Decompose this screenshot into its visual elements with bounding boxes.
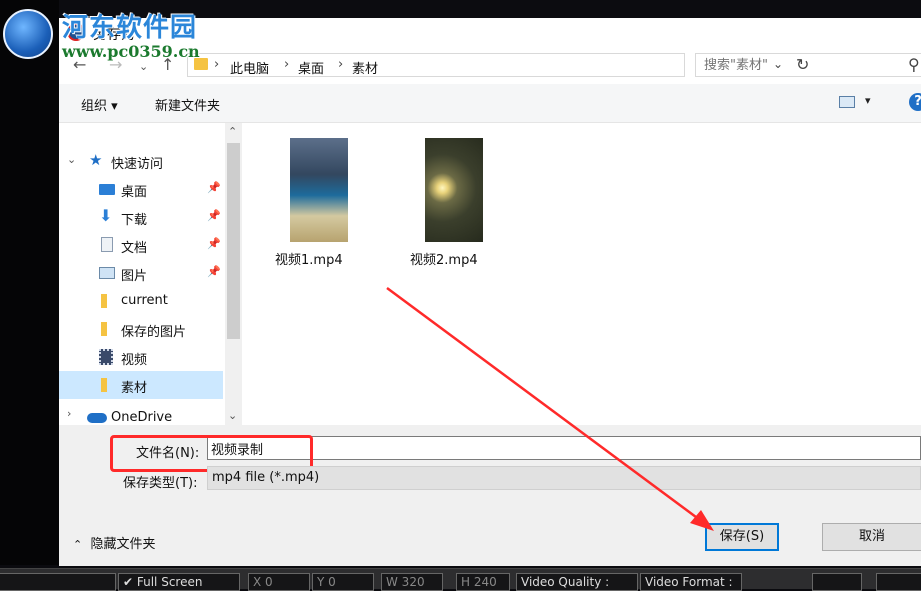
download-icon: ⬇ xyxy=(99,206,113,225)
address-bar[interactable]: › 此电脑 › 桌面 › 素材 ⌄ ↻ xyxy=(187,53,809,77)
x-field[interactable]: X 0 xyxy=(248,573,310,591)
search-box[interactable]: ⚲ xyxy=(695,53,921,77)
nav-item-documents[interactable]: 文档 📌 xyxy=(59,231,223,259)
watermark-url: www.pc0359.cn xyxy=(62,42,200,61)
file-name: 视频1.mp4 xyxy=(275,253,343,268)
nav-item-desktop[interactable]: 桌面 📌 xyxy=(59,175,223,203)
nav-item-downloads[interactable]: ⬇ 下载 📌 xyxy=(59,203,223,231)
full-screen-label: Full Screen xyxy=(136,575,203,589)
pin-icon[interactable]: 📌 xyxy=(207,265,221,278)
h-field[interactable]: H 240 xyxy=(456,573,510,591)
pin-icon[interactable]: 📌 xyxy=(207,237,221,250)
chevron-up-icon: ⌃ xyxy=(73,538,83,551)
toolbar-button[interactable] xyxy=(812,573,862,591)
cancel-button[interactable]: 取消 xyxy=(822,523,921,551)
picture-icon xyxy=(99,267,115,279)
watermark-logo xyxy=(3,9,53,59)
scroll-down-icon[interactable]: ⌄ xyxy=(228,409,237,422)
nav-label: 保存的图片 xyxy=(121,325,187,340)
nav-label: 桌面 xyxy=(121,185,148,200)
nav-item-pictures[interactable]: 图片 📌 xyxy=(59,259,223,287)
save-form: 文件名(N): 保存类型(T): mp4 file (*.mp4) ⌃ 隐藏文件… xyxy=(59,425,921,566)
background-app-left-panel xyxy=(0,0,59,565)
navigation-pane: ⌄ ★ 快速访问 桌面 📌 ⬇ 下载 📌 文档 📌 图片 📌 current 保… xyxy=(59,123,244,425)
organize-menu[interactable]: 组织 ▾ xyxy=(81,95,118,114)
file-name: 视频2.mp4 xyxy=(410,253,478,268)
watermark-title: 河东软件园 xyxy=(62,13,198,43)
hide-folders-toggle[interactable]: ⌃ 隐藏文件夹 xyxy=(73,533,156,552)
chevron-right-icon: › xyxy=(338,57,344,72)
save-as-dialog: 另存为 ← → ⌄ ↑ › 此电脑 › 桌面 › 素材 ⌄ ↻ ⚲ 组织 ▾ 新… xyxy=(59,18,921,566)
save-button[interactable]: 保存(S) xyxy=(705,523,779,551)
nav-item-saved-pictures[interactable]: 保存的图片 xyxy=(59,315,223,343)
desktop-icon xyxy=(99,184,115,195)
nav-label: 快速访问 xyxy=(111,157,164,172)
nav-label: 视频 xyxy=(121,353,148,368)
view-options-icon[interactable] xyxy=(839,96,855,108)
recent-locations-chevron-icon[interactable]: ⌄ xyxy=(139,59,148,75)
w-field[interactable]: W 320 xyxy=(381,573,443,591)
nav-label: 文档 xyxy=(121,241,148,256)
nav-label: 图片 xyxy=(121,269,148,284)
new-folder-button[interactable]: 新建文件夹 xyxy=(155,95,220,114)
nav-item-onedrive[interactable]: › OneDrive xyxy=(59,407,223,425)
video-thumbnail xyxy=(425,138,483,242)
nav-item-material[interactable]: 素材 xyxy=(59,371,223,399)
video-format-select[interactable]: Video Format : xyxy=(640,573,742,591)
chevron-down-icon[interactable]: ⌄ xyxy=(67,153,76,166)
chevron-right-icon: › xyxy=(284,57,290,72)
help-icon[interactable]: ? xyxy=(909,93,921,111)
chevron-down-icon[interactable]: ▾ xyxy=(865,94,871,107)
file-list: 视频1.mp4 视频2.mp4 xyxy=(245,123,921,425)
video-thumbnail xyxy=(290,138,348,242)
file-type-select[interactable]: mp4 file (*.mp4) xyxy=(207,466,921,490)
nav-label: 素材 xyxy=(121,381,148,396)
nav-quick-access[interactable]: ⌄ ★ 快速访问 xyxy=(59,147,223,175)
toolbar-button[interactable] xyxy=(876,573,921,591)
file-type-value: mp4 file (*.mp4) xyxy=(212,470,320,485)
nav-item-current[interactable]: current xyxy=(59,287,223,315)
file-type-label: 保存类型(T): xyxy=(123,476,198,491)
scroll-up-icon[interactable]: ⌃ xyxy=(228,125,237,138)
video-icon xyxy=(99,349,113,365)
video-quality-select[interactable]: Video Quality : xyxy=(516,573,638,591)
nav-label: OneDrive xyxy=(111,410,173,425)
folder-icon xyxy=(101,322,107,336)
document-icon xyxy=(101,237,113,252)
breadcrumb-this-pc[interactable]: 此电脑 xyxy=(230,58,269,77)
filename-field[interactable] xyxy=(207,436,921,460)
search-icon[interactable]: ⚲ xyxy=(908,55,920,74)
nav-label: 下载 xyxy=(121,213,148,228)
chevron-right-icon: › xyxy=(214,57,220,72)
y-field[interactable]: Y 0 xyxy=(312,573,374,591)
full-screen-checkbox[interactable]: ✔ Full Screen xyxy=(118,573,240,591)
background-app-toolbar: ✔ Full Screen X 0 Y 0 W 320 H 240 Video … xyxy=(0,568,921,591)
breadcrumb-desktop[interactable]: 桌面 xyxy=(298,58,324,77)
scrollbar-thumb[interactable] xyxy=(227,143,240,339)
hide-folders-label: 隐藏文件夹 xyxy=(90,537,156,552)
command-bar: 组织 ▾ 新建文件夹 ▾ ? xyxy=(59,84,921,123)
nav-label: current xyxy=(121,293,168,308)
star-icon: ★ xyxy=(89,151,103,169)
folder-icon xyxy=(101,294,107,308)
folder-icon xyxy=(101,378,107,392)
cloud-icon xyxy=(87,413,107,423)
pin-icon[interactable]: 📌 xyxy=(207,209,221,222)
nav-item-videos[interactable]: 视频 xyxy=(59,343,223,371)
search-input[interactable] xyxy=(704,57,894,73)
pin-icon[interactable]: 📌 xyxy=(207,181,221,194)
breadcrumb-material[interactable]: 素材 xyxy=(352,58,378,77)
toolbar-field[interactable] xyxy=(0,573,116,591)
chevron-right-icon[interactable]: › xyxy=(67,407,71,420)
